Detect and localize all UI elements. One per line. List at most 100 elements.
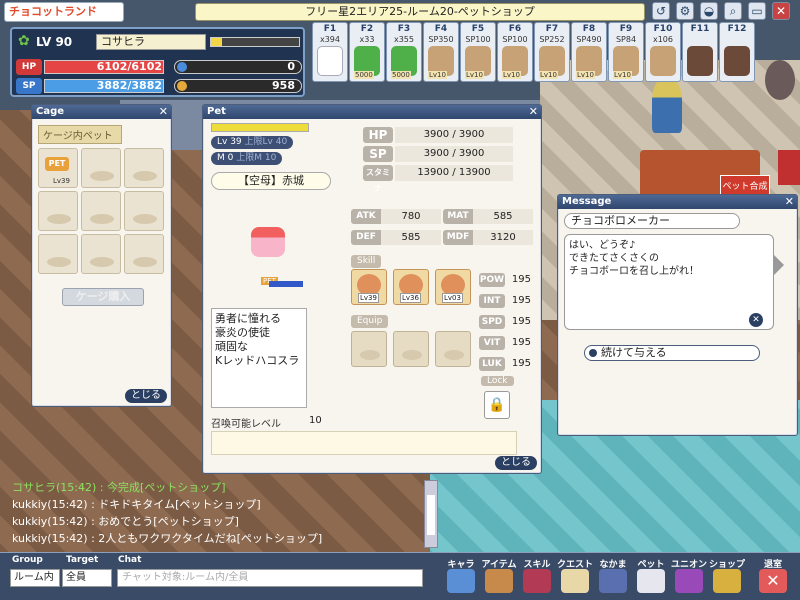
pet-skill-slot[interactable]: Lv03 [435, 269, 471, 305]
hotkey-f6[interactable]: F6 SP100 Lv10 [497, 22, 533, 82]
menu-friends[interactable]: なかま [595, 557, 631, 597]
menu-label: スキル [523, 560, 551, 570]
chat-line: kukkiy(15:42) : おめでとう[ペットショップ] [12, 515, 239, 528]
exit-icon: ✕ [759, 569, 787, 593]
cage-slot[interactable] [38, 191, 78, 231]
pet-m-pill: M 0 上限M 10 [211, 152, 283, 165]
cage-slot[interactable] [81, 234, 121, 274]
hotkey-badge: Lv10 [502, 71, 521, 79]
cage-slot[interactable] [124, 234, 164, 274]
pet-sp-row: SP 3900 / 3900 [363, 146, 513, 162]
message-body: はい、どうぞ♪ できたてさくさくの チョコボーロを召し上がれ！ [564, 234, 774, 330]
cage-window: Cage ✕ ケージ内ペット PET Lv39 ケージ購入 とじる [31, 104, 172, 407]
cage-slot[interactable] [124, 191, 164, 231]
target-select[interactable]: 全員 [62, 569, 112, 587]
location-bar: フリー星2エリア25-ルーム20-ペットショップ [195, 3, 645, 21]
shop-icon [713, 569, 741, 593]
hotkey-badge: Lv10 [465, 71, 484, 79]
hotkey-f4[interactable]: F4 SP350 Lv10 [423, 22, 459, 82]
chat-scrollbar[interactable] [424, 480, 438, 548]
pet-atk-row: ATK 780 [351, 209, 441, 224]
cage-slot[interactable] [38, 234, 78, 274]
pet-mat-row: MAT 585 [443, 209, 533, 224]
pet-note-field[interactable] [211, 431, 517, 455]
cage-slot[interactable] [124, 148, 164, 188]
next-arrow-icon[interactable] [774, 255, 784, 275]
int-value: 195 [511, 295, 531, 306]
cage-close-button[interactable]: とじる [125, 389, 167, 403]
cage-slot[interactable] [81, 148, 121, 188]
menu-character[interactable]: キャラ [443, 557, 479, 597]
pow-label: POW [479, 273, 505, 287]
continue-feed-option[interactable]: 続けて与える [584, 345, 760, 361]
group-select[interactable]: ルーム内 [10, 569, 60, 587]
magnify-icon[interactable]: ⌕ [724, 2, 742, 20]
hotkey-badge: 5000 [354, 71, 374, 79]
chat-line: kukkiy(15:42) : ドキドキタイム[ペットショップ] [12, 498, 261, 511]
hotkey-f10[interactable]: F10 x106 [645, 22, 681, 82]
menu-pet[interactable]: ペット [633, 557, 669, 597]
menu-shop[interactable]: ショップ [709, 557, 745, 597]
window-icon[interactable]: ▭ [748, 2, 766, 20]
mat-value: 585 [473, 209, 533, 224]
scroll-thumb[interactable] [427, 495, 435, 535]
hotkey-f3[interactable]: F3 x355 5000 [386, 22, 422, 82]
dismiss-icon[interactable]: ✕ [749, 313, 763, 327]
menu-skill[interactable]: スキル [519, 557, 555, 597]
skill-level: Lv36 [400, 293, 421, 303]
close-icon[interactable]: ✕ [772, 2, 790, 20]
hotkey-f7[interactable]: F7 SP252 Lv10 [534, 22, 570, 82]
pet-skill-slot[interactable]: Lv36 [393, 269, 429, 305]
menu-union[interactable]: ユニオン [671, 557, 707, 597]
pet-close-icon[interactable]: ✕ [529, 105, 538, 119]
menu-label: なかま [599, 560, 627, 570]
cage-slot[interactable] [81, 191, 121, 231]
pet-equip-slot[interactable] [393, 331, 429, 367]
pet-close-button[interactable]: とじる [495, 456, 537, 470]
pet-title-text: Pet [207, 106, 226, 117]
vit-label: VIT [479, 336, 505, 350]
hotkey-count: SP252 [539, 35, 565, 44]
vit-row: VIT 195 [479, 336, 531, 350]
hotkey-f5[interactable]: F5 SP100 Lv10 [460, 22, 496, 82]
npc-character[interactable] [652, 78, 682, 133]
pet-equip-slot[interactable] [435, 331, 471, 367]
pet-summon-icon [724, 46, 750, 76]
hotkey-f2[interactable]: F2 x33 5000 [349, 22, 385, 82]
int-label: INT [479, 294, 505, 308]
blue-gauge-value: 0 [287, 60, 295, 73]
menu-exit[interactable]: 退室 ✕ [755, 557, 791, 597]
chat-icon[interactable]: ↺ [652, 2, 670, 20]
pet-description: 勇者に憧れる 豪炎の使徒 頑固な Kレッドハコスラ [211, 308, 307, 408]
character-icon [447, 569, 475, 593]
chat-input[interactable]: チャット対象:ルーム内/全員 [117, 569, 423, 587]
pet-equip-slot[interactable] [351, 331, 387, 367]
pet-desc-line: Kレッドハコスラ [215, 354, 300, 367]
menu-quest[interactable]: クエスト [557, 557, 593, 597]
egg-icon [650, 46, 676, 76]
cage-close-icon[interactable]: ✕ [159, 105, 168, 119]
menu-label: 退室 [763, 560, 782, 570]
menu-label: ショップ [709, 560, 746, 570]
book-icon [523, 569, 551, 593]
pet-skill-slot[interactable]: Lv39 [351, 269, 387, 305]
hotkey-f8[interactable]: F8 SP490 Lv10 [571, 22, 607, 82]
lock-button[interactable]: 🔒 [484, 391, 510, 419]
mdf-label: MDF [443, 230, 473, 245]
hotkey-f1[interactable]: F1 x394 [312, 22, 348, 82]
cage-title-text: Cage [36, 106, 65, 117]
hotkey-f11[interactable]: F11 [682, 22, 718, 82]
pet-icon[interactable]: ◒ [700, 2, 718, 20]
pet-stamina-label: スタミナ [363, 165, 393, 193]
cage-slot-pet[interactable]: PET Lv39 [38, 148, 78, 188]
hotkey-key: F2 [360, 24, 374, 34]
hotkey-f12[interactable]: F12 [719, 22, 755, 82]
menu-item[interactable]: アイテム [481, 557, 517, 597]
pet-tag: PET [45, 157, 69, 171]
skill-level: Lv03 [442, 293, 463, 303]
hotkey-f9[interactable]: F9 SP84 Lv10 [608, 22, 644, 82]
cage-buy-button[interactable]: ケージ購入 [62, 288, 144, 306]
message-close-icon[interactable]: ✕ [785, 195, 794, 209]
hotkey-count: SP100 [465, 35, 491, 44]
tool-icon[interactable]: ⚙ [676, 2, 694, 20]
